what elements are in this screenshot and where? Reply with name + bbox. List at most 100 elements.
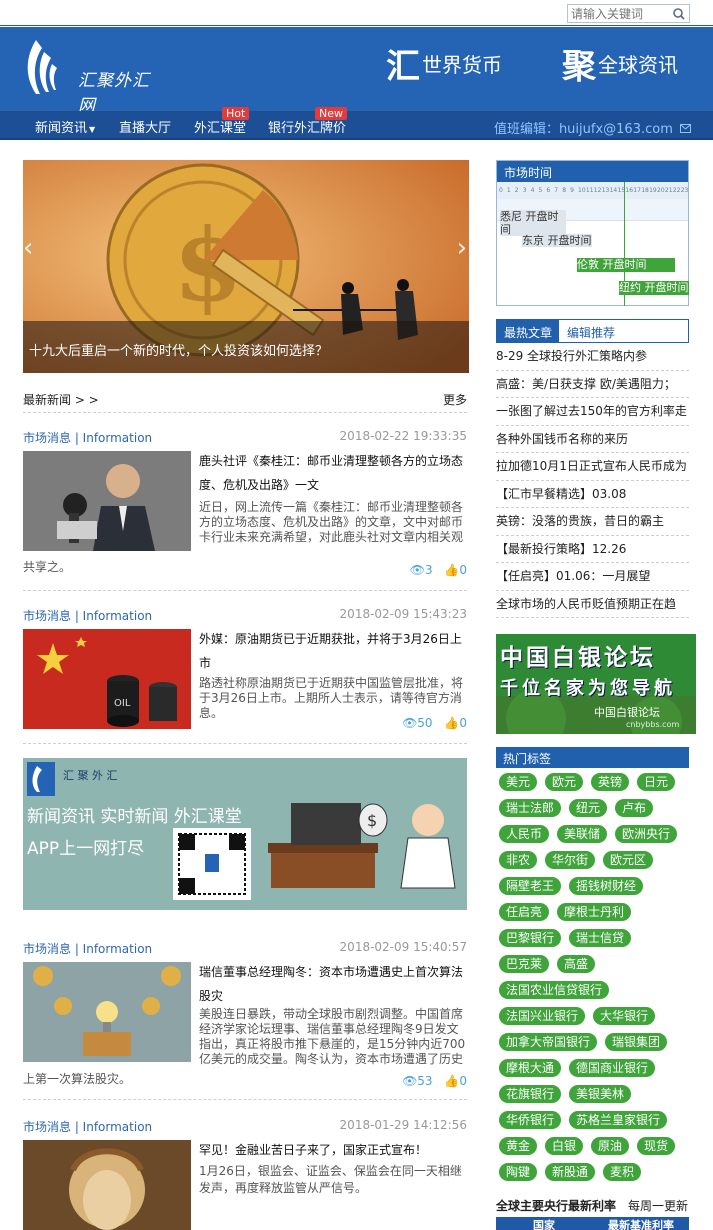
duty-editor-email: 值班编辑：huijufx@163.com xyxy=(493,122,673,137)
article-item[interactable]: 市场消息 | Information 2018-01-29 14:12:56 罕… xyxy=(23,1118,467,1230)
tag-chip[interactable]: 美银美林 xyxy=(569,1085,632,1103)
site-logo[interactable]: 汇聚外汇网 xyxy=(22,38,162,116)
thumb-up-icon[interactable]: 👍 xyxy=(444,563,459,577)
duty-editor[interactable]: 值班编辑：huijufx@163.com xyxy=(494,118,691,137)
tag-chip[interactable]: 法国兴业银行 xyxy=(499,1007,586,1025)
tag-chip[interactable]: 华尔街 xyxy=(545,851,596,869)
tag-chip[interactable]: 隔壁老王 xyxy=(499,877,562,895)
search-icon[interactable] xyxy=(671,6,687,22)
slider-prev-icon[interactable]: ‹ xyxy=(23,233,33,263)
article-category[interactable]: 市场消息 | Information xyxy=(23,940,152,957)
article-item[interactable]: 市场消息 | Information 2018-02-22 19:33:35 鹿… xyxy=(23,429,467,591)
tab-editor-picks[interactable]: 编辑推荐 xyxy=(560,320,622,342)
tag-chip[interactable]: 摩根士丹利 xyxy=(557,903,632,921)
tag-chip[interactable]: 欧洲央行 xyxy=(615,825,678,843)
article-title[interactable]: 瑞信董事总经理陶冬：资本市场遭遇史上首次算法股灾 xyxy=(199,960,467,1008)
article-title[interactable]: 鹿头社评《秦桂江：邮币业清理整顿各方的立场态度、危机及出路》一文 xyxy=(199,449,467,497)
nav-item-news[interactable]: 新闻资讯 ▼ xyxy=(35,117,95,136)
article-summary-text: 近日，网上流传一篇《秦桂江：邮币业清理整顿各方的立场态度、危机及出路》的文章，文… xyxy=(199,500,464,544)
tag-chip[interactable]: 英镑 xyxy=(591,773,630,791)
hour-tick-label: 1 xyxy=(506,187,511,194)
article-thumbnail[interactable] xyxy=(23,1140,191,1230)
tag-chip[interactable]: 苏格兰皇家银行 xyxy=(569,1111,668,1129)
tag-chip[interactable]: 瑞士信贷 xyxy=(569,929,632,947)
latest-news-label: 最新新闻 > > xyxy=(23,393,99,407)
thumb-up-icon[interactable]: 👍 xyxy=(444,716,459,730)
tag-chip[interactable]: 卢布 xyxy=(615,799,654,817)
tag-chip[interactable]: 纽元 xyxy=(569,799,608,817)
article-title[interactable]: 罕见！金融业苦日子来了，国家正式宣布！ xyxy=(199,1138,467,1162)
tag-chip[interactable]: 麦积 xyxy=(603,1163,642,1181)
article-thumbnail[interactable]: OIL xyxy=(23,629,191,729)
tag-chip[interactable]: 瑞银集团 xyxy=(605,1033,668,1051)
article-category[interactable]: 市场消息 | Information xyxy=(23,607,152,624)
silver-ad-line2: 千位名家为您导航 xyxy=(500,678,676,699)
thumb-up-icon[interactable]: 👍 xyxy=(444,1074,459,1088)
mail-icon xyxy=(680,124,691,133)
silver-forum-ad[interactable]: 中国白银论坛 千位名家为您导航 中国白银论坛 cnbybbs.com xyxy=(496,634,696,734)
search-box[interactable] xyxy=(567,4,690,23)
article-summary: 1月26日，银监会、证监会、保监会在同一天相继发声，再度释放监管从严信号。 xyxy=(199,1164,462,1195)
hour-tick-label: 12 xyxy=(593,187,602,194)
hot-article-item[interactable]: 各种外国钱币名称的来历 xyxy=(496,426,689,453)
hot-article-item[interactable]: 拉加德10月1日正式宣布人民币成为 xyxy=(496,453,689,481)
tag-chip[interactable]: 大华银行 xyxy=(593,1007,656,1025)
caret-down-icon: ▼ xyxy=(89,125,96,134)
tag-chip[interactable]: 黄金 xyxy=(499,1137,538,1155)
tag-chip[interactable]: 德国商业银行 xyxy=(569,1059,656,1077)
hot-article-item[interactable]: 一张图了解过去150年的官方利率走 xyxy=(496,398,689,426)
article-title[interactable]: 外媒：原油期货已于近期获批，并将于3月26日上市 xyxy=(199,627,467,675)
nav-item-classroom[interactable]: Hot 外汇课堂 xyxy=(194,107,250,136)
article-thumbnail[interactable] xyxy=(23,451,191,551)
tag-chip[interactable]: 摇钱树财经 xyxy=(569,877,644,895)
tag-chip[interactable]: 美元 xyxy=(499,773,538,791)
tag-chip[interactable]: 摩根大通 xyxy=(499,1059,562,1077)
tag-chip[interactable]: 欧元区 xyxy=(603,851,654,869)
tag-chip[interactable]: 非农 xyxy=(499,851,538,869)
tag-chip[interactable]: 加拿大帝国银行 xyxy=(499,1033,598,1051)
hour-tick-label: 22 xyxy=(672,187,681,194)
tag-chip[interactable]: 现货 xyxy=(637,1137,676,1155)
article-item[interactable]: 市场消息 | Information 2018-02-09 15:43:23 O… xyxy=(23,607,467,744)
tag-chip[interactable]: 欧元 xyxy=(545,773,584,791)
search-input[interactable] xyxy=(568,5,668,22)
slider-next-icon[interactable]: › xyxy=(457,233,467,263)
article-thumbnail[interactable] xyxy=(23,962,191,1062)
tab-hottest[interactable]: 最热文章 xyxy=(497,320,560,342)
tag-chip[interactable]: 任启亮 xyxy=(499,903,550,921)
session-newyork: 纽约 开盘时间 xyxy=(619,281,689,295)
tag-chip[interactable]: 华侨银行 xyxy=(499,1111,562,1129)
tag-chip[interactable]: 高盛 xyxy=(557,955,596,973)
tag-chip[interactable]: 美联储 xyxy=(557,825,608,843)
tag-chip[interactable]: 巴克莱 xyxy=(499,955,550,973)
tag-chip[interactable]: 法国农业信贷银行 xyxy=(499,981,610,999)
app-download-banner[interactable]: $ 汇 聚 外 汇 新闻资讯 实时新闻 外汇课堂 APP上一网打尽 xyxy=(23,758,467,910)
nav-item-live[interactable]: 直播大厅 xyxy=(119,117,171,136)
hero-caption[interactable]: 十九大后重启一个新的时代，个人投资该如何选择？ xyxy=(23,321,469,373)
tag-chip[interactable]: 白银 xyxy=(545,1137,584,1155)
hot-article-item[interactable]: 高盛：美/日获支撑 欧/美遇阻力； xyxy=(496,371,689,398)
hot-article-item[interactable]: 8-29 全球投行外汇策略内参 xyxy=(496,343,689,371)
new-badge: New xyxy=(315,107,347,120)
hot-article-item[interactable]: 全球市场的人民币贬值预期正在趋 xyxy=(496,591,689,618)
tag-chip[interactable]: 原油 xyxy=(591,1137,630,1155)
tag-chip[interactable]: 陶键 xyxy=(499,1163,538,1181)
hot-article-item[interactable]: 【最新投行策略】12.26 xyxy=(496,536,689,563)
nav-item-bank-rates[interactable]: New 银行外汇牌价 xyxy=(268,107,347,136)
hot-article-item[interactable]: 【任启亮】01.06：一月展望 xyxy=(496,563,689,591)
tag-chip[interactable]: 人民币 xyxy=(499,825,550,843)
article-category[interactable]: 市场消息 | Information xyxy=(23,429,152,446)
tag-chip[interactable]: 瑞士法郎 xyxy=(499,799,562,817)
hot-article-item[interactable]: 英镑：没落的贵族，昔日的霸主 xyxy=(496,508,689,536)
slogan-left-rest: 世界货币 xyxy=(422,53,502,77)
tag-chip[interactable]: 新股通 xyxy=(545,1163,596,1181)
hot-article-item[interactable]: 【汇市早餐精选】03.08 xyxy=(496,481,689,508)
session-label: 悉尼 开盘时间 xyxy=(500,210,559,236)
tag-chip[interactable]: 巴黎银行 xyxy=(499,929,562,947)
article-category[interactable]: 市场消息 | Information xyxy=(23,1118,152,1135)
more-link[interactable]: 更多 xyxy=(443,391,467,408)
hero-slider[interactable]: $ ‹ › 十九大后重启一个新的时代，个人投资该如何选择？ xyxy=(23,160,469,373)
tag-chip[interactable]: 花旗银行 xyxy=(499,1085,562,1103)
article-item[interactable]: 市场消息 | Information 2018-02-09 15:40:57 瑞… xyxy=(23,940,467,1100)
tag-chip[interactable]: 日元 xyxy=(637,773,676,791)
